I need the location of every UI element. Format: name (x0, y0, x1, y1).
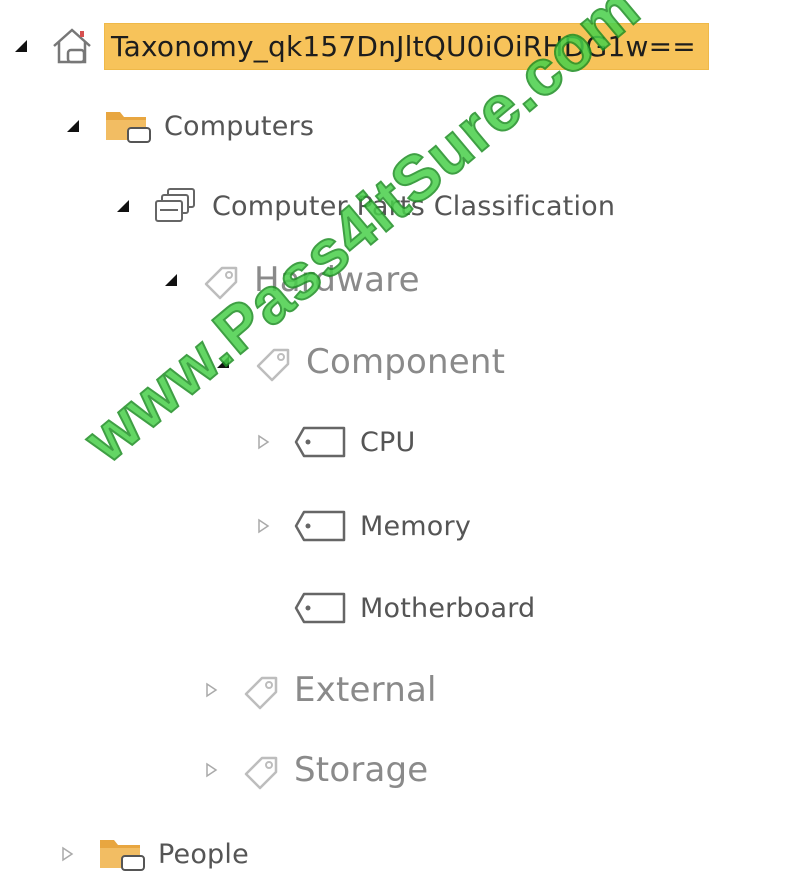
term-set-label: Computer Parts Classification (212, 190, 616, 222)
tree-node-cpu[interactable]: CPU (252, 412, 416, 472)
memory-label: Memory (360, 510, 472, 542)
tag-icon (240, 750, 284, 790)
expand-arrow-icon[interactable] (56, 843, 78, 865)
tag-icon (200, 260, 244, 300)
hardware-label: Hardware (254, 260, 420, 300)
tree-node-storage[interactable]: Storage (200, 740, 428, 800)
collapse-arrow-icon[interactable] (112, 195, 134, 217)
expand-arrow-icon[interactable] (200, 759, 222, 781)
external-label: External (294, 670, 437, 710)
tree-node-term-set[interactable]: Computer Parts Classification (112, 176, 615, 236)
tag-icon (240, 670, 284, 710)
tree-node-component[interactable]: Component (212, 332, 505, 392)
root-label[interactable]: Taxonomy_qk157DnJltQU0iOiRHDG1w== (104, 22, 709, 70)
expand-arrow-icon[interactable] (252, 515, 274, 537)
site-home-icon (50, 26, 94, 66)
tag-icon (252, 342, 296, 382)
storage-label: Storage (294, 750, 429, 790)
tree-node-motherboard[interactable]: Motherboard (292, 578, 535, 638)
collapse-arrow-icon[interactable] (10, 35, 32, 57)
collapse-arrow-icon[interactable] (62, 115, 84, 137)
people-label: People (158, 838, 249, 870)
collapse-arrow-icon[interactable] (160, 269, 182, 291)
tree-node-computers[interactable]: Computers (62, 96, 314, 156)
collapse-arrow-icon[interactable] (212, 351, 234, 373)
term-label-icon (292, 508, 350, 544)
term-label-icon (292, 424, 350, 460)
taxonomy-tree: Taxonomy_qk157DnJltQU0iOiRHDG1w== Comput… (0, 0, 804, 881)
cpu-label: CPU (360, 426, 416, 458)
folder-group-icon (102, 106, 154, 146)
computers-label: Computers (164, 110, 315, 142)
term-set-icon (152, 186, 202, 226)
expand-arrow-icon[interactable] (252, 431, 274, 453)
folder-group-icon (96, 834, 148, 874)
tree-node-people[interactable]: People (56, 824, 249, 884)
motherboard-label: Motherboard (360, 592, 536, 624)
tree-node-external[interactable]: External (200, 660, 437, 720)
tree-node-hardware[interactable]: Hardware (160, 250, 420, 310)
tree-node-memory[interactable]: Memory (252, 496, 471, 556)
component-label: Component (306, 342, 506, 382)
expand-arrow-icon[interactable] (200, 679, 222, 701)
term-label-icon (292, 590, 350, 626)
tree-node-root[interactable]: Taxonomy_qk157DnJltQU0iOiRHDG1w== (10, 16, 709, 76)
